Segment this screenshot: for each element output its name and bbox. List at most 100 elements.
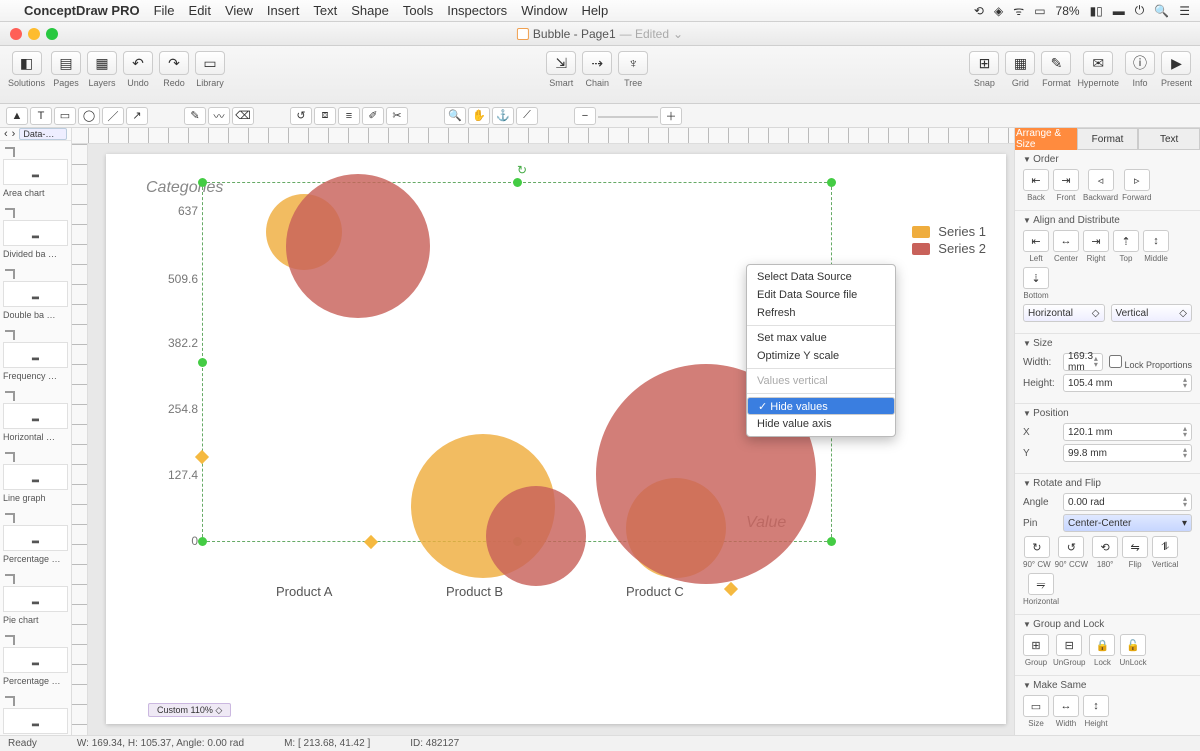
rotate-row-90° cw[interactable]: ↻ [1024, 536, 1050, 558]
sidebar-nav[interactable]: ‹ › Data-… [0, 128, 71, 141]
app-name[interactable]: ConceptDraw PRO [24, 3, 140, 18]
rotate-row-90° ccw[interactable]: ↺ [1058, 536, 1084, 558]
rotate-row-flip[interactable]: ⇋ [1122, 536, 1148, 558]
height-field[interactable]: 105.4 mm▴▾ [1063, 374, 1192, 392]
handle-diamond-s[interactable] [364, 535, 378, 549]
close-window-icon[interactable] [10, 28, 22, 40]
display-icon[interactable]: ▭ [1034, 4, 1045, 18]
line-tool[interactable]: ／ [102, 107, 124, 125]
sidebar-item[interactable]: ▂Percentage … [0, 629, 71, 690]
canvas[interactable]: Categories Value ↻ [88, 144, 1014, 735]
sidebar-item[interactable]: ▂Area chart [0, 141, 71, 202]
traffic-lights[interactable] [0, 28, 58, 40]
snap-button[interactable]: ⊞ [969, 51, 999, 75]
handle-n[interactable] [513, 178, 522, 187]
align-row-middle[interactable]: ↕ [1143, 230, 1169, 252]
ctx-optimize-y-scale[interactable]: Optimize Y scale [747, 347, 895, 365]
anchor-tool[interactable]: ⚓ [492, 107, 514, 125]
handle-diamond-w[interactable] [195, 449, 209, 463]
undo-button[interactable]: ↶ [123, 51, 153, 75]
group-row-group[interactable]: ⊞ [1023, 634, 1049, 656]
tab-format[interactable]: Format [1077, 128, 1139, 150]
present-button[interactable]: ▶ [1161, 51, 1191, 75]
x-field[interactable]: 120.1 mm▴▾ [1063, 423, 1192, 441]
align-row-left[interactable]: ⇤ [1023, 230, 1049, 252]
chevron-down-icon[interactable]: ⌄ [673, 27, 683, 41]
ctx-set-max-value[interactable]: Set max value [747, 329, 895, 347]
menu-inspectors[interactable]: Inspectors [447, 3, 507, 18]
text-tool[interactable]: T [30, 107, 52, 125]
flag-icon[interactable]: ▬ [1113, 4, 1125, 18]
rotate-tool[interactable]: ↺ [290, 107, 312, 125]
bubble-s2-b[interactable] [486, 486, 586, 586]
connector-tool[interactable]: ↗ [126, 107, 148, 125]
info-button[interactable]: ⓘ [1125, 51, 1155, 75]
zoom-slider[interactable]: −＋ [574, 107, 682, 125]
align-horizontal-select[interactable]: Horizontal◇ [1023, 304, 1105, 322]
scissors-tool[interactable]: ✂ [386, 107, 408, 125]
rotate-row-horizontal[interactable]: ⥭ [1028, 573, 1054, 595]
menu-help[interactable]: Help [581, 3, 608, 18]
hand-tool[interactable]: ✋ [468, 107, 490, 125]
diamond-icon[interactable]: ◈ [994, 4, 1003, 18]
sidebar-select[interactable]: Data-… [19, 128, 67, 140]
wifi-icon[interactable]: ᯤ [1013, 2, 1024, 19]
context-menu[interactable]: Select Data SourceEdit Data Source fileR… [746, 264, 896, 437]
pages-button[interactable]: ▤ [51, 51, 81, 75]
tab-text[interactable]: Text [1138, 128, 1200, 150]
tree-button[interactable]: ♆ [618, 51, 648, 75]
same-row-height[interactable]: ↕ [1083, 695, 1109, 717]
document-title[interactable]: Bubble - Page1 — Edited ⌄ [517, 27, 683, 41]
layers-button[interactable]: ▦ [87, 51, 117, 75]
format-button[interactable]: ✎ [1041, 51, 1071, 75]
menu-view[interactable]: View [225, 3, 253, 18]
nav-back-icon[interactable]: ‹ [4, 128, 8, 140]
search-icon[interactable]: 🔍 [1154, 4, 1169, 18]
group-row-ungroup[interactable]: ⊟ [1056, 634, 1082, 656]
rotate-row-vertical[interactable]: ⥮ [1152, 536, 1178, 558]
sync-icon[interactable]: ⟲ [974, 4, 984, 18]
pen-tool[interactable]: ✎ [184, 107, 206, 125]
handle-se[interactable] [827, 537, 836, 546]
zoom-indicator[interactable]: Custom 110% ◇ [148, 703, 231, 717]
align-tool[interactable]: ≡ [338, 107, 360, 125]
tab-arrange[interactable]: Arrange & Size [1015, 128, 1077, 150]
pin-select[interactable]: Center-Center▾ [1063, 514, 1192, 532]
order-row-backward[interactable]: ◃ [1088, 169, 1114, 191]
rotate-row-180°[interactable]: ⟲ [1092, 536, 1118, 558]
arrow-tool[interactable]: ▲ [6, 107, 28, 125]
sidebar-item[interactable]: ▂Divided ba … [0, 202, 71, 263]
redo-button[interactable]: ↷ [159, 51, 189, 75]
eyedrop-tool[interactable]: ⟋ [516, 107, 538, 125]
align-vertical-select[interactable]: Vertical◇ [1111, 304, 1193, 322]
battery-text[interactable]: 78% [1056, 4, 1080, 18]
handle-w[interactable] [198, 358, 207, 367]
handle-diamond-x[interactable] [724, 582, 738, 596]
menu-tools[interactable]: Tools [403, 3, 433, 18]
group-row-unlock[interactable]: 🔓 [1120, 634, 1146, 656]
bubble-s2-a[interactable] [286, 174, 430, 318]
grid-button[interactable]: ▦ [1005, 51, 1035, 75]
group-row-lock[interactable]: 🔒 [1089, 634, 1115, 656]
minimize-window-icon[interactable] [28, 28, 40, 40]
sidebar-item[interactable]: ▂Frequency … [0, 324, 71, 385]
angle-field[interactable]: 0.00 rad▴▾ [1063, 493, 1192, 511]
zoom-window-icon[interactable] [46, 28, 58, 40]
menu-text[interactable]: Text [313, 3, 337, 18]
order-row-front[interactable]: ⇥ [1053, 169, 1079, 191]
hypernote-button[interactable]: ✉ [1083, 51, 1113, 75]
align-row-top[interactable]: ⇡ [1113, 230, 1139, 252]
rotate-handle-icon[interactable]: ↻ [517, 163, 527, 177]
y-field[interactable]: 99.8 mm▴▾ [1063, 444, 1192, 462]
align-row-center[interactable]: ↔ [1053, 230, 1079, 252]
sidebar-item[interactable]: ▂Double ba … [0, 263, 71, 324]
align-row-bottom[interactable]: ⇣ [1023, 267, 1049, 289]
sidebar-item[interactable]: ▂Line graph [0, 446, 71, 507]
battery-icon[interactable]: ▮▯ [1090, 4, 1103, 18]
ellipse-tool[interactable]: ◯ [78, 107, 100, 125]
smart-button[interactable]: ⇲ [546, 51, 576, 75]
sidebar-item[interactable]: ▂Pie chart [0, 568, 71, 629]
handle-nw[interactable] [198, 178, 207, 187]
handle-sw[interactable] [198, 537, 207, 546]
chain-button[interactable]: ⇢ [582, 51, 612, 75]
